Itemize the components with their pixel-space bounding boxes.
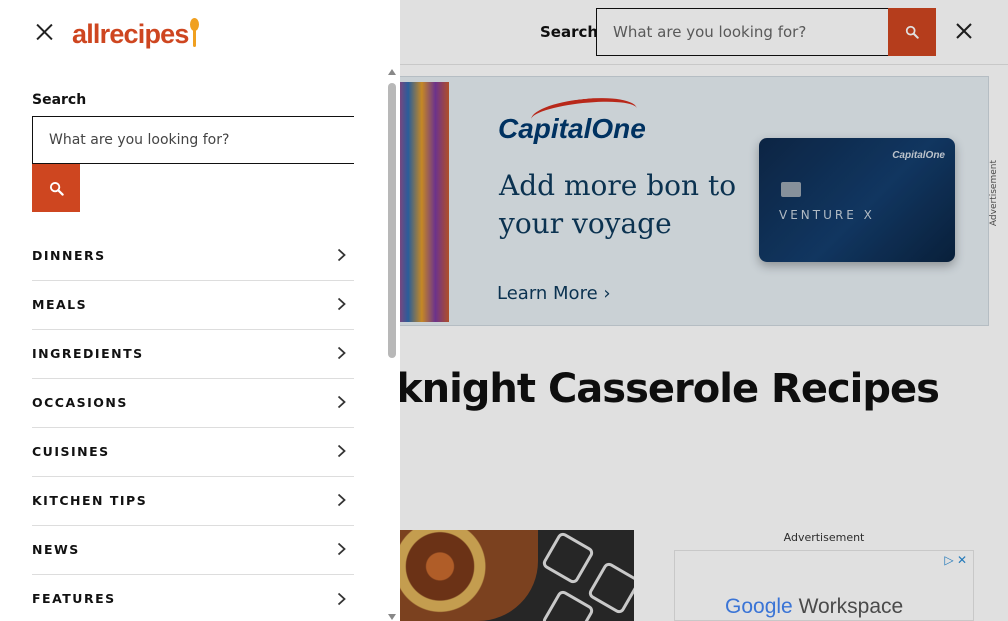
chevron-right-icon [334,493,348,507]
scroll-up-arrow-icon[interactable] [388,69,396,75]
nav-item-label: OCCASIONS [32,394,128,410]
nav-drawer: allrecipes Search DINNERS MEALS INGREDIE… [0,0,400,621]
search-icon [49,181,64,196]
nav-item-ingredients[interactable]: INGREDIENTS [32,330,354,379]
nav-item-label: KITCHEN TIPS [32,492,148,508]
drawer-search-label: Search [32,92,87,108]
nav-item-label: MEALS [32,296,88,312]
nav-item-dinners[interactable]: DINNERS [32,232,354,281]
nav-item-label: CUISINES [32,443,110,459]
chevron-right-icon [334,444,348,458]
site-logo[interactable]: allrecipes [72,16,200,52]
chevron-right-icon [334,542,348,556]
nav-item-meals[interactable]: MEALS [32,281,354,330]
drawer-search-button[interactable] [32,164,80,212]
nav-item-news[interactable]: NEWS [32,526,354,575]
nav-item-label: INGREDIENTS [32,345,144,361]
drawer-close-button[interactable] [32,20,56,44]
scrollbar-thumb[interactable] [388,83,396,358]
nav-item-kitchen-tips[interactable]: KITCHEN TIPS [32,477,354,526]
chevron-right-icon [334,297,348,311]
chevron-right-icon [334,248,348,262]
nav-item-features[interactable]: FEATURES [32,575,354,621]
chevron-right-icon [334,346,348,360]
nav-item-label: NEWS [32,541,80,557]
chevron-right-icon [334,592,348,606]
nav-item-cuisines[interactable]: CUISINES [32,428,354,477]
drawer-scrollbar[interactable] [386,68,398,621]
nav-item-occasions[interactable]: OCCASIONS [32,379,354,428]
logo-text: allrecipes [72,19,189,49]
spoon-icon [189,18,200,48]
chevron-right-icon [334,395,348,409]
drawer-search-input[interactable] [32,116,354,164]
nav-item-label: FEATURES [32,591,116,606]
drawer-nav-list: DINNERS MEALS INGREDIENTS OCCASIONS CUIS… [32,232,354,621]
scroll-down-arrow-icon[interactable] [388,614,396,620]
nav-item-label: DINNERS [32,247,106,263]
